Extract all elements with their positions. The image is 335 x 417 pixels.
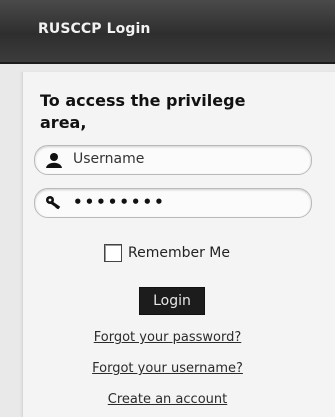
password-field[interactable]: •••••••• <box>34 188 312 218</box>
login-button[interactable]: Login <box>139 287 205 315</box>
forgot-password-link[interactable]: Forgot your password? <box>0 330 335 345</box>
username-field[interactable]: Username <box>34 145 312 175</box>
remember-label: Remember Me <box>128 245 230 261</box>
user-icon <box>45 152 63 168</box>
create-account-link[interactable]: Create an account <box>0 392 335 407</box>
form-heading: To access the privilege area, <box>40 91 246 132</box>
remember-me[interactable]: Remember Me <box>104 242 230 264</box>
remember-checkbox[interactable] <box>104 244 122 262</box>
forgot-username-link[interactable]: Forgot your username? <box>0 361 335 376</box>
window-title: RUSCCP Login <box>38 21 151 37</box>
password-input: •••••••• <box>73 193 166 211</box>
username-input: Username <box>73 151 145 167</box>
window-header: RUSCCP Login <box>0 0 335 64</box>
key-icon <box>45 195 63 211</box>
